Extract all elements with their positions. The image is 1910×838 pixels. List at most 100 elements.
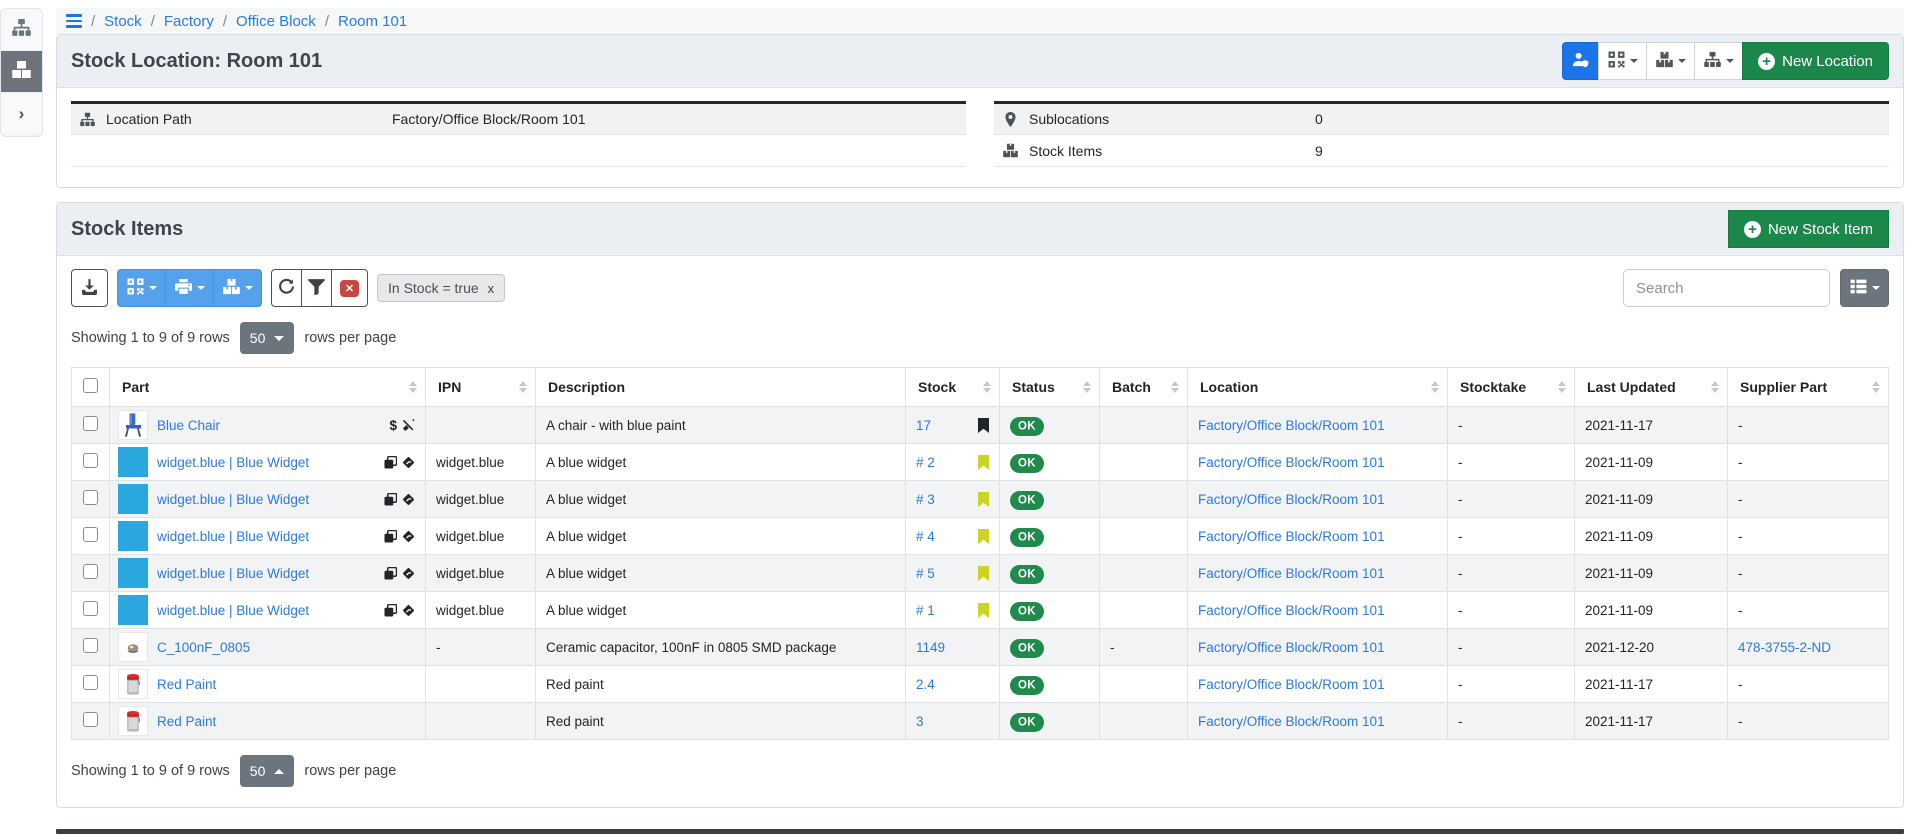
location-link[interactable]: Factory/Office Block/Room 101 [1198,566,1385,581]
location-link[interactable]: Factory/Office Block/Room 101 [1198,529,1385,544]
location-link[interactable]: Factory/Office Block/Room 101 [1198,714,1385,729]
stock-quantity-link[interactable]: # 5 [916,566,935,581]
status-cell: OK [1000,592,1100,629]
location-tree-actions-button[interactable] [1694,42,1743,80]
caret-down-icon [149,286,157,290]
filter-chip-in-stock[interactable]: In Stock = true x [377,274,505,302]
filter-button[interactable] [301,269,332,307]
dollar-icon: $ [389,418,397,433]
remove-filter-icon: ✕ [340,280,359,297]
barcode-actions-button[interactable] [1598,42,1647,80]
supplier-part-cell: - [1728,703,1889,740]
page-size-dropdown[interactable]: 50 [240,755,295,787]
sidebar-expand-button[interactable]: › [1,93,42,135]
stock-quantity-link[interactable]: 3 [916,714,924,729]
column-header-ipn[interactable]: IPN [426,368,536,407]
print-actions-button[interactable] [165,269,214,307]
stock-items-row: Stock Items 9 [994,135,1889,166]
row-checkbox[interactable] [83,453,98,468]
location-link[interactable]: Factory/Office Block/Room 101 [1198,603,1385,618]
column-select-button[interactable] [1840,269,1889,307]
sidebar-item-stock[interactable] [1,51,42,93]
column-header-batch[interactable]: Batch [1100,368,1188,407]
location-link[interactable]: Factory/Office Block/Room 101 [1198,492,1385,507]
location-link[interactable]: Factory/Office Block/Room 101 [1198,677,1385,692]
part-link[interactable]: widget.blue | Blue Widget [157,455,309,470]
stock-table-toolbar: ✕ In Stock = true x [71,269,1889,307]
boxes-icon [223,278,240,298]
column-label: IPN [438,379,461,395]
location-link[interactable]: Factory/Office Block/Room 101 [1198,455,1385,470]
location-cell: Factory/Office Block/Room 101 [1188,407,1448,444]
stock-quantity-link[interactable]: 17 [916,418,931,433]
admin-button[interactable] [1562,42,1599,80]
part-link[interactable]: widget.blue | Blue Widget [157,492,309,507]
flag-yellow-icon [978,492,989,507]
column-header-location[interactable]: Location [1188,368,1448,407]
stock-quantity-link[interactable]: # 3 [916,492,935,507]
row-checkbox[interactable] [83,638,98,653]
blue-square-thumbnail [118,558,148,588]
breadcrumb-link-room-101[interactable]: Room 101 [338,13,407,30]
sort-arrows-icon [519,381,527,393]
stock-actions-button[interactable] [1646,42,1695,80]
new-stock-item-button[interactable]: + New Stock Item [1728,210,1889,248]
breadcrumb-link-stock[interactable]: Stock [104,13,142,30]
select-all-header [72,368,110,407]
sidebar-item-location-tree[interactable] [1,9,42,51]
row-checkbox-cell [72,518,110,555]
row-checkbox[interactable] [83,675,98,690]
supplier-part-cell: - [1728,518,1889,555]
location-link[interactable]: Factory/Office Block/Room 101 [1198,640,1385,655]
page-size-dropdown[interactable]: 50 [240,322,295,354]
part-link[interactable]: Red Paint [157,677,216,692]
part-link[interactable]: widget.blue | Blue Widget [157,566,309,581]
remove-chip-icon[interactable]: x [488,281,495,296]
stock-quantity-link[interactable]: 2.4 [916,677,935,692]
row-checkbox-cell [72,592,110,629]
part-link[interactable]: C_100nF_0805 [157,640,250,655]
barcode-scan-button[interactable] [117,269,166,307]
row-checkbox[interactable] [83,601,98,616]
row-checkbox-cell [72,555,110,592]
part-link[interactable]: Red Paint [157,714,216,729]
clone-icon [384,493,397,506]
column-header-stocktake[interactable]: Stocktake [1448,368,1575,407]
column-header-part[interactable]: Part [110,368,426,407]
row-checkbox[interactable] [83,416,98,431]
remove-filters-button[interactable]: ✕ [331,269,368,307]
row-checkbox[interactable] [83,527,98,542]
search-input[interactable] [1623,269,1830,307]
stock-options-button[interactable] [213,269,262,307]
column-header-status[interactable]: Status [1000,368,1100,407]
stock-quantity-link[interactable]: # 2 [916,455,935,470]
row-checkbox[interactable] [83,712,98,727]
row-checkbox[interactable] [83,490,98,505]
part-link[interactable]: Blue Chair [157,418,220,433]
select-all-checkbox[interactable] [83,378,98,393]
new-location-button[interactable]: + New Location [1742,42,1889,80]
row-checkbox[interactable] [83,564,98,579]
reload-button[interactable] [271,269,302,307]
stock-cell: # 3 [906,481,1000,518]
location-link[interactable]: Factory/Office Block/Room 101 [1198,418,1385,433]
menu-icon[interactable] [66,14,82,28]
export-button[interactable] [71,269,108,307]
column-header-last-updated[interactable]: Last Updated [1575,368,1728,407]
stock-quantity-link[interactable]: 1149 [916,640,945,655]
status-badge: OK [1010,491,1044,510]
stock-quantity-link[interactable]: # 4 [916,529,935,544]
status-badge: OK [1010,417,1044,436]
stock-quantity-link[interactable]: # 1 [916,603,935,618]
breadcrumb-link-factory[interactable]: Factory [164,13,214,30]
breadcrumb-link-office-block[interactable]: Office Block [236,13,316,30]
part-link[interactable]: widget.blue | Blue Widget [157,603,309,618]
ipn-cell: widget.blue [426,592,536,629]
supplier-part-link[interactable]: 478-3755-2-ND [1738,640,1831,655]
status-badge: OK [1010,639,1044,658]
column-header-supplier-part[interactable]: Supplier Part [1728,368,1889,407]
sidebar: › [0,8,43,137]
part-link[interactable]: widget.blue | Blue Widget [157,529,309,544]
location-path-panel: Location Path Factory/Office Block/Room … [71,101,966,167]
column-header-stock[interactable]: Stock [906,368,1000,407]
